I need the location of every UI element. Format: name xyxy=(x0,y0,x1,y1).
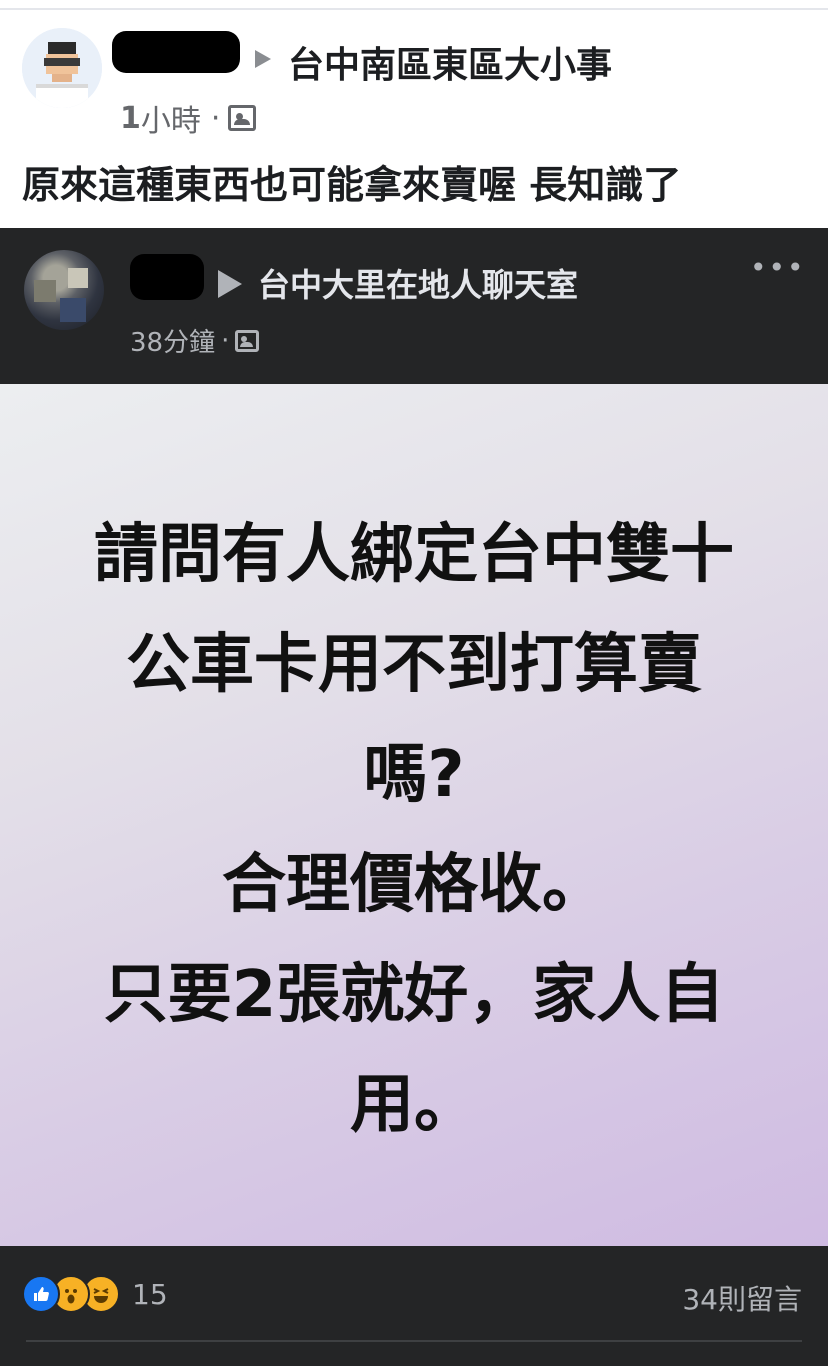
shared-post-header xyxy=(0,228,828,384)
avatar-pixel xyxy=(68,268,88,288)
shared-group-name[interactable]: 台中大里在地人聊天室 xyxy=(258,260,578,306)
redacted-author-name[interactable] xyxy=(112,31,240,73)
outer-group-name[interactable]: 台中南區東區大小事 xyxy=(288,36,612,88)
shared-post-time[interactable]: 38分鐘 xyxy=(130,322,215,359)
group-privacy-icon xyxy=(228,105,257,131)
redacted-shared-author-name[interactable] xyxy=(130,254,204,300)
time-unit[interactable]: 小時 xyxy=(141,96,201,140)
share-arrow-icon xyxy=(218,270,242,298)
group-privacy-icon xyxy=(235,329,260,352)
outer-post-meta: 1 小時 · xyxy=(120,96,257,140)
pixelated-avatar-icon xyxy=(22,28,102,108)
image-text-line: 只要2張就好，家人自 xyxy=(103,958,725,1032)
meta-separator: · xyxy=(210,100,221,136)
author-avatar[interactable] xyxy=(22,28,102,108)
image-text-line: 公車卡用不到打算賣 xyxy=(126,628,702,702)
meta-separator: · xyxy=(221,325,230,356)
share-arrow-icon xyxy=(255,50,271,68)
image-text-line: 請問有人綁定台中雙十 xyxy=(94,518,734,592)
reaction-count: 15 xyxy=(132,1277,168,1311)
post-image-text: 請問有人綁定台中雙十 公車卡用不到打算賣 嗎? 合理價格收。 只要2張就好，家人… xyxy=(0,500,828,1160)
comment-count-link[interactable]: 34則留言 xyxy=(682,1278,802,1318)
like-icon xyxy=(22,1275,60,1313)
avatar-pixel xyxy=(60,298,86,322)
image-text-line: 嗎? xyxy=(363,738,465,812)
footer-divider xyxy=(26,1340,802,1342)
reaction-summary[interactable]: 15 xyxy=(22,1275,168,1313)
shared-author-avatar[interactable] xyxy=(24,250,104,330)
avatar-pixel xyxy=(34,280,56,302)
shared-post-meta: 38分鐘 · xyxy=(130,322,260,359)
more-options-button[interactable]: ••• xyxy=(750,254,806,282)
image-text-line: 合理價格收。 xyxy=(222,848,606,922)
time-number: 1 xyxy=(120,100,141,136)
image-text-line: 用。 xyxy=(350,1068,478,1142)
post-caption: 原來這種東西也可能拿來賣喔 長知識了 xyxy=(22,163,682,207)
